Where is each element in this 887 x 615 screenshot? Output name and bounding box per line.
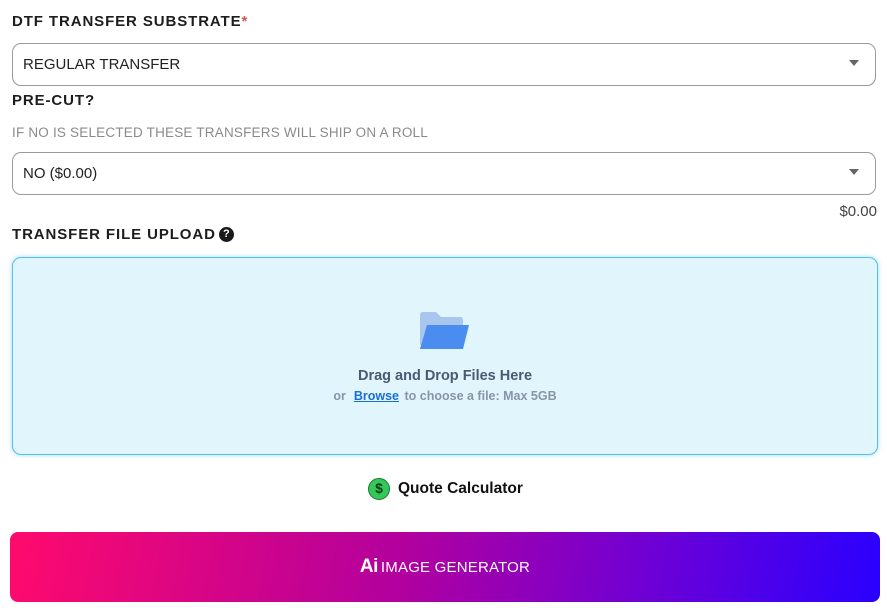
ai-logo-icon: Ai <box>359 556 379 577</box>
ai-button-label: IMAGE GENERATOR <box>380 558 531 576</box>
precut-select[interactable]: NO ($0.00) <box>12 152 876 195</box>
precut-selected-value: NO ($0.00) <box>23 165 98 182</box>
chevron-down-icon <box>849 60 859 66</box>
dollar-icon: $ <box>368 478 390 500</box>
quote-calculator-button[interactable]: $ Quote Calculator <box>368 478 523 500</box>
substrate-label: DTF TRANSFER SUBSTRATE* <box>12 13 249 30</box>
upload-label: TRANSFER FILE UPLOAD? <box>12 226 234 243</box>
quote-calculator-label: Quote Calculator <box>398 480 523 497</box>
browse-link[interactable]: Browse <box>354 389 399 403</box>
required-mark: * <box>241 13 249 30</box>
substrate-select[interactable]: REGULAR TRANSFER <box>12 43 876 86</box>
precut-hint: IF NO IS SELECTED THESE TRANSFERS WILL S… <box>12 125 428 140</box>
precut-label: PRE-CUT? <box>12 92 96 109</box>
precut-price: $0.00 <box>839 203 877 220</box>
dropzone-subtitle: or Browse to choose a file: Max 5GB <box>333 389 557 403</box>
chevron-down-icon <box>849 169 859 175</box>
substrate-selected-value: REGULAR TRANSFER <box>23 56 181 73</box>
folder-icon <box>420 312 469 349</box>
help-icon[interactable]: ? <box>218 227 234 242</box>
ai-image-generator-button[interactable]: Ai IMAGE GENERATOR <box>10 532 880 602</box>
file-dropzone[interactable]: Drag and Drop Files Here or Browse to cho… <box>12 257 878 455</box>
dropzone-title: Drag and Drop Files Here <box>357 368 533 384</box>
